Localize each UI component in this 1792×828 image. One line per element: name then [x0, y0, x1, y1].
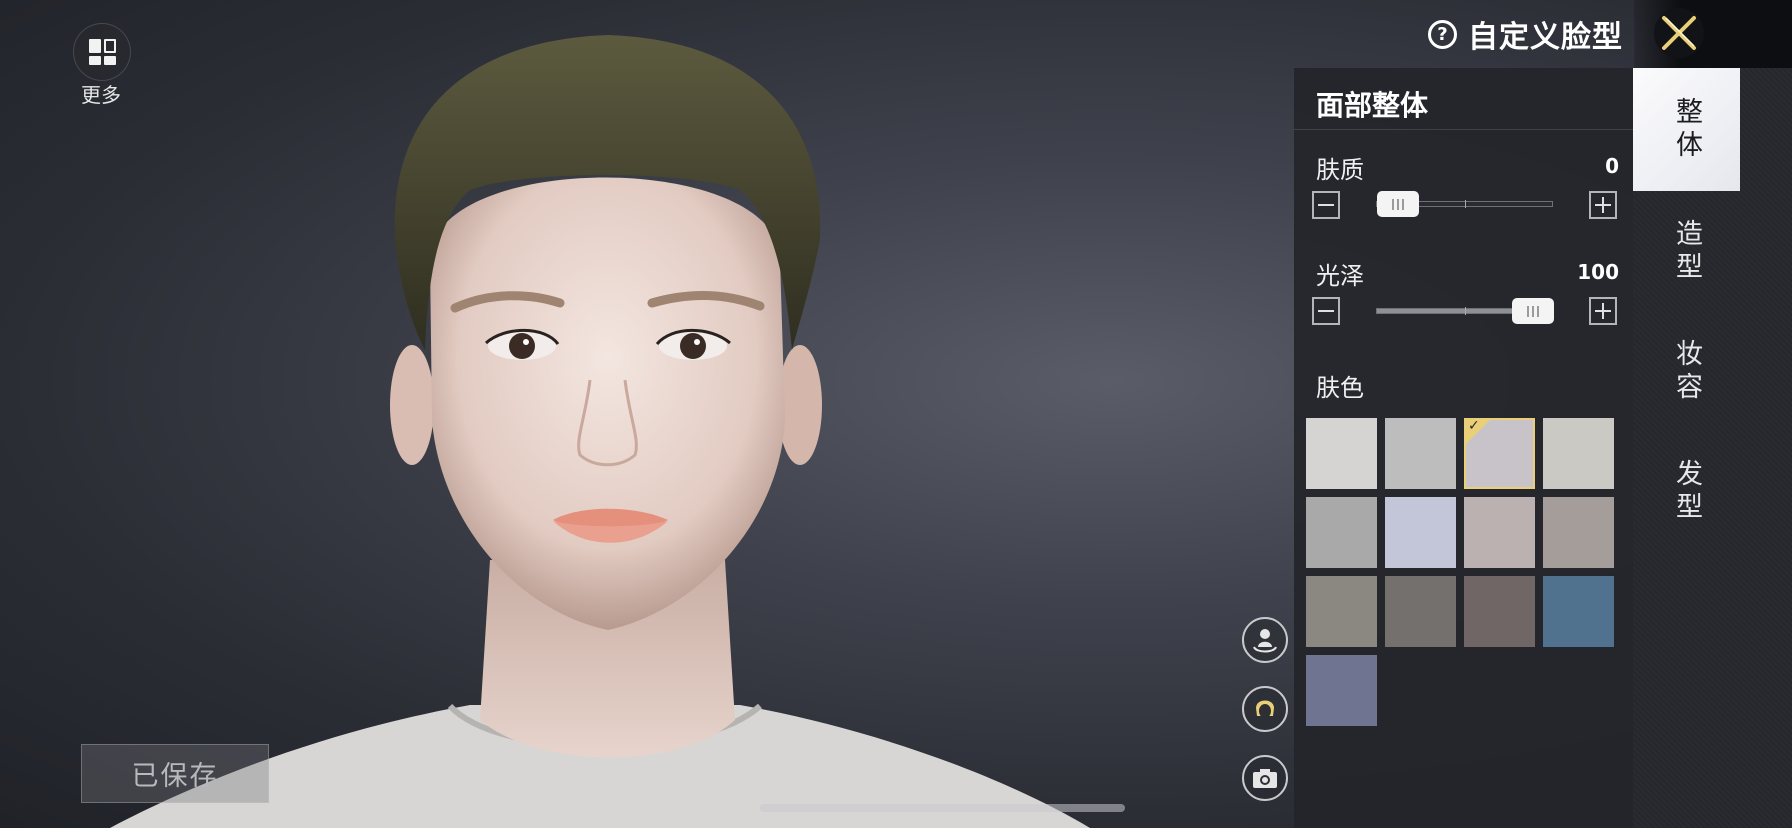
- minus-icon: [1318, 204, 1334, 206]
- slider-thumb[interactable]: [1512, 298, 1554, 324]
- category-tabs: 整体 造型 妆容 发型: [1633, 68, 1792, 828]
- skin-color-swatch[interactable]: [1464, 576, 1535, 647]
- hair-preview-icon: [1256, 700, 1274, 718]
- face-settings-panel: 面部整体 肤质 0 光泽 100 肤色 ✓: [1294, 68, 1633, 828]
- gloss-value: 100: [1577, 260, 1619, 284]
- skin-color-swatch[interactable]: [1385, 576, 1456, 647]
- slider-fill: [1377, 309, 1533, 313]
- skin-texture-minus-button[interactable]: [1312, 191, 1340, 219]
- tab-overall[interactable]: 整体: [1633, 68, 1740, 191]
- skin-color-swatch[interactable]: ✓: [1464, 418, 1535, 489]
- gloss-minus-button[interactable]: [1312, 297, 1340, 325]
- panel-divider: [1294, 129, 1633, 130]
- more-button[interactable]: [73, 23, 131, 81]
- skin-color-label: 肤色: [1316, 374, 1364, 402]
- minus-icon: [1318, 310, 1334, 312]
- skin-color-swatch[interactable]: [1385, 497, 1456, 568]
- check-icon: ✓: [1468, 418, 1480, 434]
- question-circle-icon[interactable]: ?: [1428, 19, 1457, 49]
- panel-title: 面部整体: [1316, 89, 1429, 122]
- hair-preview-button[interactable]: [1242, 686, 1288, 732]
- gloss-label: 光泽: [1316, 262, 1364, 290]
- gloss-slider[interactable]: [1376, 298, 1554, 324]
- home-indicator-bar: [760, 804, 1125, 812]
- saved-button[interactable]: 已保存: [81, 744, 269, 803]
- page-title: 自定义脸型: [1468, 20, 1623, 55]
- close-x-icon: [1662, 16, 1696, 50]
- page-header: ? 自定义脸型: [1428, 12, 1623, 56]
- skin-texture-slider[interactable]: [1376, 191, 1553, 217]
- skin-texture-value: 0: [1605, 154, 1619, 178]
- skin-texture-plus-button[interactable]: [1589, 191, 1617, 219]
- slider-thumb[interactable]: [1377, 191, 1419, 217]
- more-label: 更多: [81, 83, 121, 107]
- skin-color-swatch[interactable]: [1306, 497, 1377, 568]
- skin-color-swatch[interactable]: [1543, 576, 1614, 647]
- skin-color-swatch[interactable]: [1306, 576, 1377, 647]
- skin-color-swatch[interactable]: [1543, 418, 1614, 489]
- grid-icon: [89, 39, 116, 65]
- rotate-view-button[interactable]: [1242, 617, 1288, 663]
- tab-hairstyle[interactable]: 发型: [1633, 430, 1740, 553]
- slider-tick: [1464, 200, 1466, 208]
- plus-icon: [1602, 303, 1604, 319]
- plus-icon: [1602, 197, 1604, 213]
- skin-color-swatch[interactable]: [1543, 497, 1614, 568]
- slider-tick: [1464, 307, 1466, 315]
- camera-icon: [1253, 769, 1277, 788]
- skin-color-swatch[interactable]: [1306, 418, 1377, 489]
- skin-color-swatch[interactable]: [1385, 418, 1456, 489]
- close-button[interactable]: [1654, 8, 1704, 58]
- camera-button[interactable]: [1242, 755, 1288, 801]
- skin-color-swatch[interactable]: [1464, 497, 1535, 568]
- gloss-plus-button[interactable]: [1589, 297, 1617, 325]
- tab-makeup[interactable]: 妆容: [1633, 310, 1740, 433]
- skin-color-swatch[interactable]: [1306, 655, 1377, 726]
- person-rotate-icon: [1253, 629, 1277, 653]
- skin-texture-label: 肤质: [1316, 156, 1364, 184]
- tab-styling[interactable]: 造型: [1633, 190, 1740, 313]
